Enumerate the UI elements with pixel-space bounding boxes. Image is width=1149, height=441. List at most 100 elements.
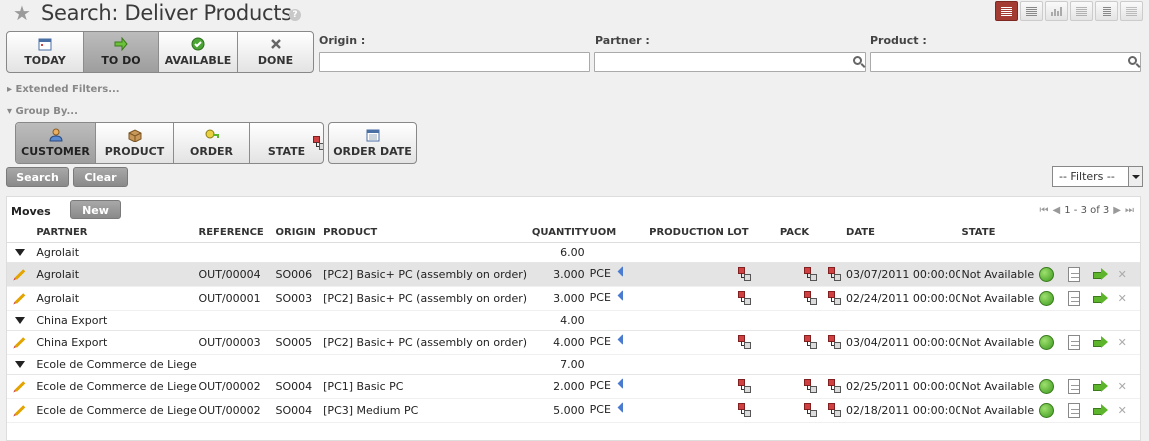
- pack-action-icon[interactable]: [828, 267, 842, 281]
- document-icon[interactable]: [1067, 334, 1080, 350]
- split-lot-icon[interactable]: [737, 291, 752, 305]
- status-green-icon[interactable]: [1038, 334, 1054, 350]
- process-arrow-icon[interactable]: [1093, 267, 1109, 281]
- process-arrow-icon[interactable]: [1093, 291, 1109, 305]
- status-green-icon[interactable]: [1038, 266, 1054, 282]
- change-uom-icon[interactable]: [618, 379, 623, 393]
- delete-icon[interactable]: ✕: [1118, 292, 1127, 305]
- group-toggle[interactable]: [7, 354, 35, 375]
- table-row[interactable]: Ecole de Commerce de Liege OUT/00002 SO004…: [7, 374, 1140, 399]
- pencil-icon[interactable]: [14, 405, 26, 416]
- form-view-icon[interactable]: [1120, 1, 1143, 21]
- graph-view-icon[interactable]: [1045, 1, 1068, 21]
- col-date[interactable]: DATE: [844, 223, 960, 243]
- delete-icon[interactable]: ✕: [1118, 336, 1127, 349]
- origin-input[interactable]: [319, 52, 590, 72]
- groupby-product-button[interactable]: PRODUCT: [96, 123, 174, 163]
- edit-cell[interactable]: [7, 330, 35, 355]
- edit-cell[interactable]: [7, 374, 35, 399]
- dropdown-arrow-icon[interactable]: [1128, 167, 1142, 186]
- process-arrow-icon[interactable]: [1093, 335, 1109, 349]
- pack-action-icon[interactable]: [828, 291, 842, 305]
- edit-cell[interactable]: [7, 286, 35, 311]
- clear-button[interactable]: Clear: [73, 167, 128, 187]
- expand-triangle-icon[interactable]: [15, 317, 25, 324]
- edit-cell[interactable]: [7, 398, 35, 423]
- calendar-view-icon[interactable]: [1070, 1, 1093, 21]
- search-button[interactable]: Search: [6, 167, 69, 187]
- prev-page-icon[interactable]: ◀: [1053, 205, 1061, 216]
- groupby-customer-button[interactable]: CUSTOMER: [16, 123, 96, 163]
- pencil-icon[interactable]: [14, 293, 26, 304]
- status-green-icon[interactable]: [1038, 402, 1054, 418]
- groupby-state-button[interactable]: STATE: [250, 123, 323, 163]
- group-toggle[interactable]: [7, 310, 35, 331]
- groupby-order-button[interactable]: ORDER: [174, 123, 250, 163]
- filters-select[interactable]: -- Filters --: [1052, 166, 1143, 187]
- document-icon[interactable]: [1067, 290, 1080, 306]
- change-uom-icon[interactable]: [618, 267, 623, 281]
- delete-icon[interactable]: ✕: [1118, 380, 1127, 393]
- split-pack-icon[interactable]: [803, 267, 818, 281]
- change-uom-icon[interactable]: [618, 335, 623, 349]
- document-icon[interactable]: [1067, 266, 1080, 282]
- group-toggle[interactable]: [7, 242, 35, 263]
- group-row[interactable]: Ecole de Commerce de Liege 7.00: [7, 354, 1140, 375]
- pencil-icon[interactable]: [14, 337, 26, 348]
- col-uom[interactable]: UOM: [587, 223, 624, 243]
- col-production-lot[interactable]: PRODUCTION LOT: [623, 223, 754, 243]
- group-row[interactable]: China Export 4.00: [7, 310, 1140, 331]
- split-lot-icon[interactable]: [737, 267, 752, 281]
- change-uom-icon[interactable]: [618, 291, 623, 305]
- expand-triangle-icon[interactable]: [15, 361, 25, 368]
- tree-view-icon[interactable]: [1095, 1, 1118, 21]
- edit-cell[interactable]: [7, 262, 35, 287]
- filter-today-button[interactable]: TODAY: [7, 32, 84, 72]
- split-lot-icon[interactable]: [737, 403, 752, 417]
- filter-done-button[interactable]: DONE: [238, 32, 313, 72]
- change-uom-icon[interactable]: [618, 403, 623, 417]
- extended-filters-toggle[interactable]: ▸ Extended Filters...: [7, 84, 120, 95]
- group-row[interactable]: Agrolait 6.00: [7, 242, 1140, 263]
- table-row[interactable]: Ecole de Commerce de Liege OUT/00002 SO004…: [7, 398, 1140, 423]
- col-reference[interactable]: REFERENCE: [196, 223, 274, 243]
- next-page-icon[interactable]: ▶: [1113, 205, 1121, 216]
- col-origin[interactable]: ORIGIN: [273, 223, 322, 243]
- status-green-icon[interactable]: [1038, 378, 1054, 394]
- detail-view-icon[interactable]: [1020, 1, 1043, 21]
- help-icon[interactable]: ?: [289, 9, 301, 21]
- split-pack-icon[interactable]: [803, 403, 818, 417]
- filter-todo-button[interactable]: TO DO: [84, 32, 159, 72]
- product-input[interactable]: [870, 52, 1141, 72]
- col-state[interactable]: STATE: [959, 223, 1037, 243]
- status-green-icon[interactable]: [1038, 290, 1054, 306]
- split-pack-icon[interactable]: [803, 291, 818, 305]
- partner-input[interactable]: [594, 52, 866, 72]
- list-view-icon[interactable]: [995, 1, 1018, 21]
- table-row[interactable]: China Export OUT/00003 SO005 [PC2] Basic+ P…: [7, 330, 1140, 355]
- first-page-icon[interactable]: ⏮: [1040, 205, 1049, 216]
- pencil-icon[interactable]: [14, 381, 26, 392]
- table-row[interactable]: Agrolait OUT/00001 SO003 [PC2] Basic+ PC (a…: [7, 286, 1140, 311]
- delete-icon[interactable]: ✕: [1118, 268, 1127, 281]
- search-icon[interactable]: [1128, 56, 1137, 65]
- table-row[interactable]: Agrolait OUT/00004 SO006 [PC2] Basic+ PC (a…: [7, 262, 1140, 287]
- groupby-order-date-button[interactable]: ORDER DATE: [329, 123, 416, 163]
- col-partner[interactable]: PARTNER: [34, 223, 197, 243]
- filter-available-button[interactable]: AVAILABLE: [159, 32, 238, 72]
- col-product[interactable]: PRODUCT: [321, 223, 530, 243]
- split-lot-icon[interactable]: [737, 335, 752, 349]
- pencil-icon[interactable]: [14, 269, 26, 280]
- search-icon[interactable]: [853, 56, 862, 65]
- pack-action-icon[interactable]: [828, 335, 842, 349]
- process-arrow-icon[interactable]: [1093, 379, 1109, 393]
- split-pack-icon[interactable]: [803, 335, 818, 349]
- col-pack[interactable]: PACK: [753, 223, 845, 243]
- pack-action-icon[interactable]: [828, 403, 842, 417]
- group-by-toggle[interactable]: ▾ Group By...: [7, 106, 78, 117]
- last-page-icon[interactable]: ⏭: [1125, 205, 1134, 216]
- delete-icon[interactable]: ✕: [1118, 404, 1127, 417]
- new-button[interactable]: New: [70, 200, 121, 219]
- pack-action-icon[interactable]: [828, 379, 842, 393]
- split-pack-icon[interactable]: [803, 379, 818, 393]
